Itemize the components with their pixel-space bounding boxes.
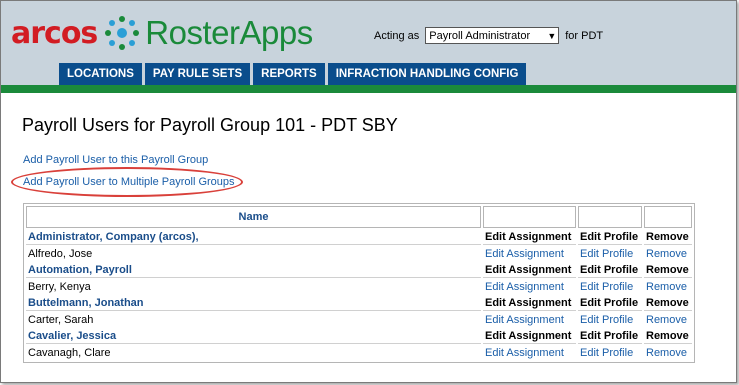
table-row: Automation, Payroll Edit Assignment Edit P… [26,263,692,278]
remove-button[interactable]: Remove [644,313,692,327]
add-payroll-user-link[interactable]: Add Payroll User to this Payroll Group [23,154,208,166]
table-row: Administrator, Company (arcos), Edit Assi… [26,230,692,245]
column-header-profile [578,206,642,228]
edit-profile-button[interactable]: Edit Profile [578,346,642,360]
table-row: Cavanagh, Clare Edit Assignment Edit Profi… [26,346,692,360]
user-name: Administrator, Company (arcos), [26,230,481,245]
header-divider [1,85,736,93]
user-name: Cavalier, Jessica [26,329,481,344]
rosterapps-logo-icon [105,16,140,50]
acting-suffix: for PDT [565,29,604,42]
edit-assignment-button[interactable]: Edit Assignment [483,280,576,294]
tab-locations[interactable]: LOCATIONS [59,63,142,85]
table-row: Buttelmann, Jonathan Edit Assignment Edit … [26,296,692,311]
logo: arcos RosterApps [11,13,313,53]
role-select[interactable]: Payroll Administrator ▼ [425,27,560,44]
table-row: Cavalier, Jessica Edit Assignment Edit Pro… [26,329,692,344]
edit-assignment-button[interactable]: Edit Assignment [483,329,576,344]
user-name: Buttelmann, Jonathan [26,296,481,311]
table-row: Carter, Sarah Edit Assignment Edit Profile… [26,313,692,327]
remove-button[interactable]: Remove [644,247,692,261]
tab-pay-rule-sets[interactable]: PAY RULE SETS [144,63,251,85]
header: arcos RosterApps Acting as Payroll Admin… [1,1,736,85]
user-name: Berry, Kenya [28,281,91,293]
edit-profile-button[interactable]: Edit Profile [578,263,642,278]
tab-reports[interactable]: REPORTS [253,63,325,85]
remove-button[interactable]: Remove [644,263,692,278]
nav-tabs: LOCATIONS PAY RULE SETS REPORTS INFRACTI… [59,63,527,85]
remove-button[interactable]: Remove [644,296,692,311]
edit-profile-button[interactable]: Edit Profile [578,296,642,311]
edit-profile-button[interactable]: Edit Profile [578,313,642,327]
add-payroll-user-multiple-link[interactable]: Add Payroll User to Multiple Payroll Gro… [23,176,235,188]
edit-profile-button[interactable]: Edit Profile [578,329,642,344]
acting-label: Acting as [374,29,420,42]
user-name: Cavanagh, Clare [28,347,111,359]
acting-as: Acting as Payroll Administrator ▼ for PD… [374,27,603,44]
column-header-remove [644,206,692,228]
page-title: Payroll Users for Payroll Group 101 - PD… [22,115,398,135]
edit-profile-button[interactable]: Edit Profile [578,247,642,261]
edit-assignment-button[interactable]: Edit Assignment [483,313,576,327]
edit-assignment-button[interactable]: Edit Assignment [483,296,576,311]
user-name: Carter, Sarah [28,314,94,326]
chevron-down-icon: ▼ [547,30,557,41]
edit-assignment-button[interactable]: Edit Assignment [483,346,576,360]
rosterapps-logo-text: RosterApps [145,14,313,51]
edit-profile-button[interactable]: Edit Profile [578,280,642,294]
remove-button[interactable]: Remove [644,280,692,294]
table-row: Alfredo, Jose Edit Assignment Edit Profile… [26,247,692,261]
edit-assignment-button[interactable]: Edit Assignment [483,263,576,278]
app-window: arcos RosterApps Acting as Payroll Admin… [0,0,737,383]
column-header-assignment [483,206,576,228]
payroll-users-table: Name Administrator, Company (arcos), Edit… [23,203,695,363]
remove-button[interactable]: Remove [644,329,692,344]
column-header-name: Name [26,206,481,228]
remove-button[interactable]: Remove [644,230,692,245]
arcos-logo-text: arcos [11,15,98,51]
table-row: Berry, Kenya Edit Assignment Edit Profile R… [26,280,692,294]
edit-assignment-button[interactable]: Edit Assignment [483,247,576,261]
remove-button[interactable]: Remove [644,346,692,360]
edit-assignment-button[interactable]: Edit Assignment [483,230,576,245]
user-name: Automation, Payroll [26,263,481,278]
edit-profile-button[interactable]: Edit Profile [578,230,642,245]
role-select-value: Payroll Administrator [429,29,531,42]
user-name: Alfredo, Jose [28,248,93,260]
tab-infraction-handling-config[interactable]: INFRACTION HANDLING CONFIG [327,63,527,85]
